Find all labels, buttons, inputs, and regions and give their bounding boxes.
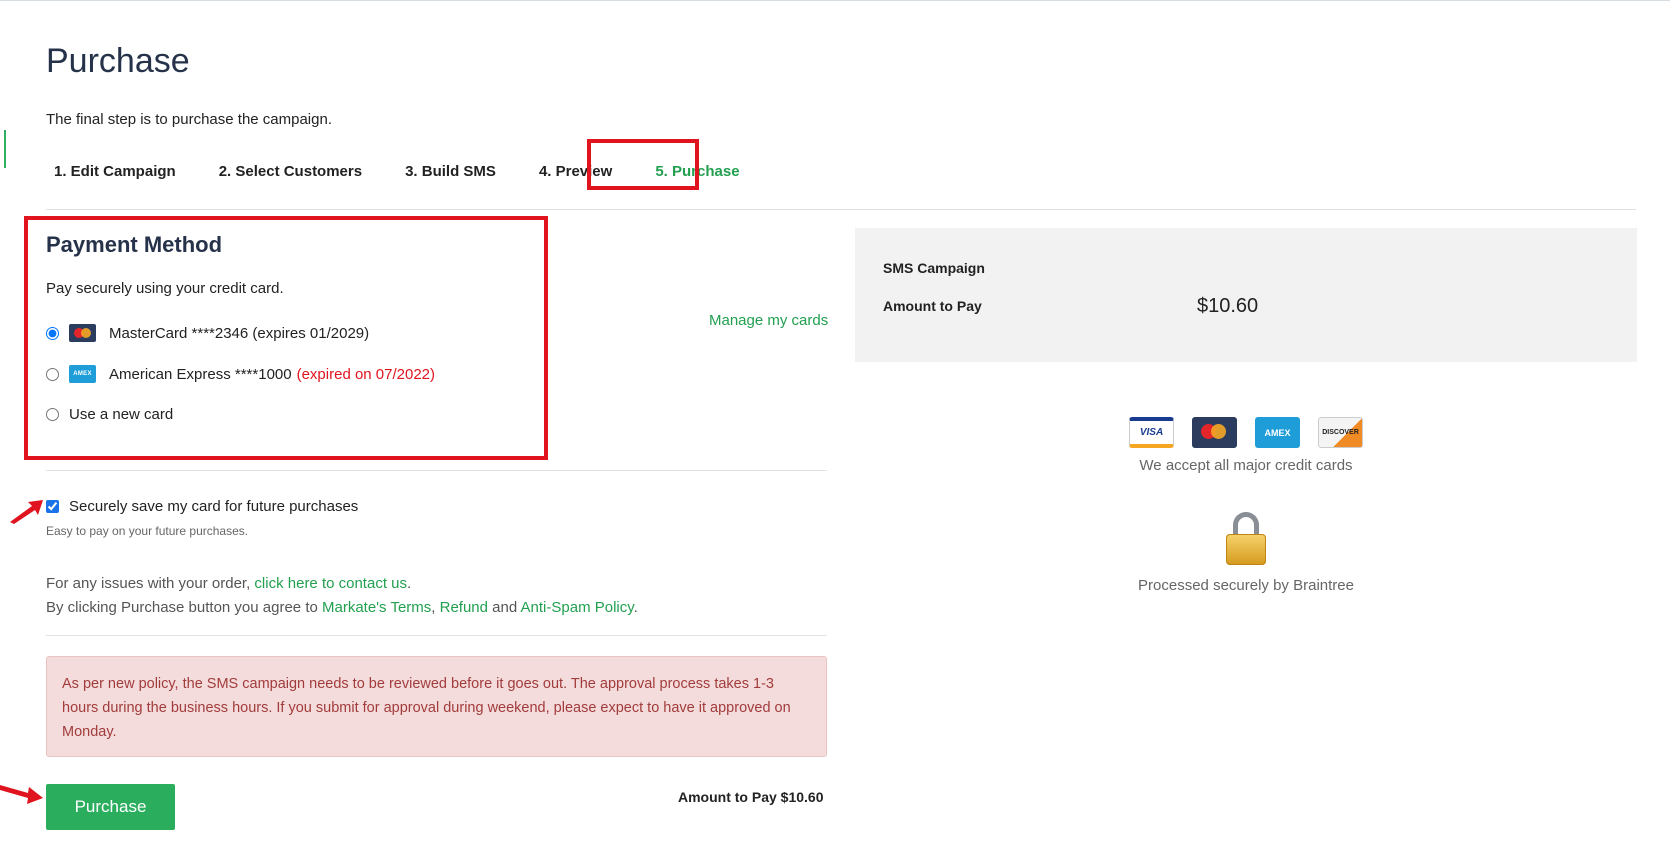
secure-processing: Processed securely by Braintree (855, 510, 1637, 594)
mastercard-logo (1192, 417, 1237, 448)
secure-processing-text: Processed securely by Braintree (1138, 577, 1354, 594)
payment-divider (46, 470, 827, 471)
summary-campaign-label: SMS Campaign (883, 260, 985, 276)
agree-and: and (488, 599, 521, 616)
accepted-cards-text: We accept all major credit cards (1139, 457, 1353, 474)
amex-radio[interactable] (46, 367, 59, 381)
new-card-radio[interactable] (46, 408, 59, 421)
visa-logo: VISA (1129, 417, 1174, 448)
card-option-new[interactable]: Use a new card (46, 406, 173, 423)
amex-expired-note: (expired on 07/2022) (296, 365, 436, 383)
amex-label: American Express ****1000 (109, 365, 292, 383)
step-build-sms[interactable]: 3. Build SMS (397, 150, 504, 196)
order-summary-panel: SMS Campaign Amount to Pay $10.60 (855, 228, 1637, 362)
amex-icon: AMEX (69, 365, 96, 383)
agree-period: . (633, 599, 638, 616)
agree-prefix: By clicking Purchase button you agree to (46, 599, 322, 616)
page-subtitle: The final step is to purchase the campai… (46, 111, 332, 128)
lock-icon (1224, 510, 1268, 566)
save-card-checkbox[interactable] (46, 500, 59, 513)
issues-prefix: For any issues with your order, (46, 575, 255, 592)
step-purchase[interactable]: 5. Purchase (647, 150, 747, 196)
issues-suffix: . (407, 575, 412, 592)
step-preview[interactable]: 4. Preview (531, 150, 620, 196)
annotation-arrow-purchase (0, 785, 43, 804)
mastercard-icon (69, 324, 96, 342)
manage-cards-link[interactable]: Manage my cards (709, 312, 828, 329)
top-border (0, 0, 1670, 1)
legal-text: For any issues with your order, click he… (46, 572, 638, 620)
payment-method-title: Payment Method (46, 232, 223, 257)
save-card-hint: Easy to pay on your future purchases. (46, 524, 249, 538)
left-accent-mark (4, 130, 6, 168)
discover-logo: DISCOVER (1318, 417, 1363, 448)
purchase-button[interactable]: Purchase (46, 784, 175, 830)
annotation-arrow-checkbox (10, 500, 43, 524)
refund-link[interactable]: Refund (440, 599, 488, 616)
page-title: Purchase (46, 42, 190, 80)
terms-link[interactable]: Markate's Terms (322, 599, 431, 616)
new-card-label: Use a new card (69, 406, 174, 423)
summary-amount-value: $10.60 (1197, 295, 1259, 317)
anti-spam-link[interactable]: Anti-Spam Policy (521, 599, 634, 616)
card-option-amex[interactable]: AMEX American Express ****1000 (expired … (46, 365, 435, 383)
step-select-customers[interactable]: 2. Select Customers (211, 150, 370, 196)
steps-divider (46, 209, 1636, 210)
wizard-steps: 1. Edit Campaign 2. Select Customers 3. … (46, 150, 775, 196)
amex-logo: AMEX (1255, 417, 1300, 448)
mastercard-radio[interactable] (46, 326, 59, 340)
payment-method-subtitle: Pay securely using your credit card. (46, 280, 284, 297)
accepted-cards: VISA AMEX DISCOVER We accept all major c… (855, 417, 1637, 474)
agree-comma: , (431, 599, 440, 616)
step-edit-campaign[interactable]: 1. Edit Campaign (46, 150, 184, 196)
contact-us-link[interactable]: click here to contact us (254, 575, 407, 592)
summary-amount-label: Amount to Pay (883, 298, 982, 314)
card-option-mastercard[interactable]: MasterCard ****2346 (expires 01/2029) (46, 324, 369, 342)
save-card-label: Securely save my card for future purchas… (69, 498, 359, 515)
bottom-amount-to-pay: Amount to Pay $10.60 (678, 789, 824, 805)
save-card-row[interactable]: Securely save my card for future purchas… (46, 498, 358, 515)
approval-alert: As per new policy, the SMS campaign need… (46, 656, 827, 757)
legal-divider (46, 635, 827, 636)
mastercard-label: MasterCard ****2346 (expires 01/2029) (109, 324, 370, 342)
